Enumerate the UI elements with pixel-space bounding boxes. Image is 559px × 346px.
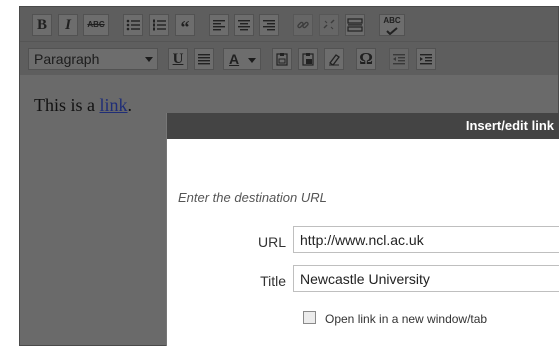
toolbar-row-1: B I ABC “ ABC <box>20 7 558 41</box>
align-left-button[interactable] <box>209 14 229 36</box>
format-select-value: Paragraph <box>34 51 100 67</box>
indent-icon <box>420 54 432 65</box>
chevron-down-icon <box>248 58 256 63</box>
spellcheck-button[interactable]: ABC <box>379 14 405 36</box>
clipboard-word-icon <box>302 53 314 66</box>
align-justify-icon <box>198 54 210 65</box>
numbered-list-button[interactable] <box>149 14 169 36</box>
indent-button[interactable] <box>416 48 436 70</box>
align-right-button[interactable] <box>259 14 279 36</box>
bullet-list-button[interactable] <box>123 14 143 36</box>
read-more-button[interactable] <box>345 14 365 36</box>
format-select[interactable]: Paragraph <box>28 48 158 70</box>
broken-link-icon <box>323 19 335 30</box>
checkmark-icon <box>386 27 398 35</box>
text-color-button[interactable]: A <box>223 48 261 70</box>
bullet-list-icon <box>126 19 140 31</box>
underline-button[interactable]: U <box>168 48 188 70</box>
numbered-list-icon <box>153 19 166 31</box>
outdent-icon <box>393 54 405 65</box>
align-center-button[interactable] <box>234 14 254 36</box>
outdent-button[interactable] <box>389 48 409 70</box>
clipboard-icon <box>276 53 288 66</box>
insert-link-dialog: Insert/edit link Enter the destination U… <box>166 113 559 346</box>
content-text: This is a <box>34 95 100 115</box>
eraser-icon <box>329 54 340 66</box>
toolbar-divider <box>20 41 558 42</box>
special-character-button[interactable]: Ω <box>356 48 376 70</box>
url-label: URL <box>257 234 286 250</box>
content-period: . <box>127 95 133 115</box>
toolbar-row-2: Paragraph U A Ω <box>20 41 558 75</box>
align-center-icon <box>238 20 250 31</box>
paste-text-button[interactable] <box>272 48 292 70</box>
justify-button[interactable] <box>194 48 214 70</box>
blockquote-button[interactable]: “ <box>175 14 195 37</box>
text-color-label: A <box>229 51 240 67</box>
new-window-label[interactable]: Open link in a new window/tab <box>325 312 487 326</box>
bold-button[interactable]: B <box>32 14 52 36</box>
italic-button[interactable]: I <box>58 14 78 36</box>
unlink-button[interactable] <box>319 14 339 36</box>
spellcheck-label: ABC <box>383 16 401 25</box>
dialog-title: Insert/edit link <box>465 118 554 133</box>
chain-link-icon <box>297 21 309 29</box>
title-label: Title <box>260 273 286 289</box>
page-break-icon <box>347 18 363 32</box>
chevron-down-icon <box>145 57 153 62</box>
paste-word-button[interactable] <box>298 48 318 70</box>
strikethrough-button[interactable]: ABC <box>83 14 109 36</box>
content-link[interactable]: link <box>100 95 128 115</box>
title-input[interactable]: Newcastle University <box>293 265 559 292</box>
insert-link-button[interactable] <box>293 14 313 36</box>
clear-formatting-button[interactable] <box>324 48 344 70</box>
content-paragraph: This is a link. <box>34 95 132 116</box>
align-left-icon <box>213 20 225 31</box>
dialog-instruction: Enter the destination URL <box>178 190 327 205</box>
new-window-checkbox[interactable] <box>303 311 316 324</box>
dialog-title-bar[interactable]: Insert/edit link <box>167 113 559 139</box>
url-input[interactable]: http://www.ncl.ac.uk <box>293 226 559 253</box>
align-right-icon <box>263 20 275 31</box>
